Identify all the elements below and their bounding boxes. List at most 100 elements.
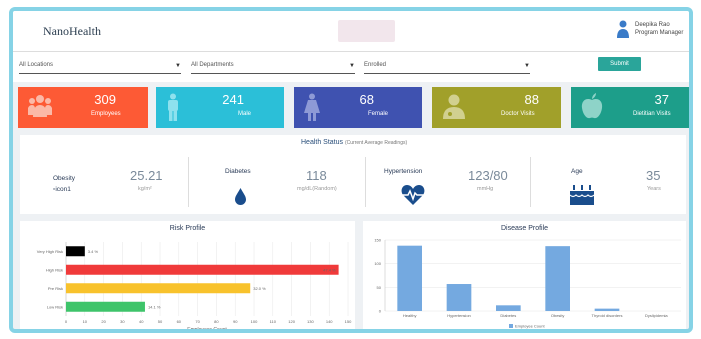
tile-label: Doctor Visits xyxy=(501,111,535,117)
x-tick-label: 90 xyxy=(233,319,238,324)
bar xyxy=(594,308,620,311)
disease-profile-title: Disease Profile xyxy=(500,225,549,232)
location-dropdown[interactable]: All Locations ▼ xyxy=(19,62,181,74)
x-tick-label: Hypertension xyxy=(447,313,471,318)
submit-button[interactable]: Submit xyxy=(598,57,641,71)
metric-value-diabetes: 118 xyxy=(306,168,327,183)
metric-label-age: Age xyxy=(571,168,583,175)
x-tick-label: 70 xyxy=(195,319,200,324)
status-dropdown[interactable]: Enrolled ▼ xyxy=(364,62,530,74)
tile-value: 68 xyxy=(359,92,374,107)
tile-value: 241 xyxy=(222,92,244,107)
tile-female[interactable]: 68 Female xyxy=(294,87,422,128)
chevron-down-icon: ▼ xyxy=(175,63,181,69)
department-dropdown[interactable]: All Departments ▼ xyxy=(191,62,355,74)
heartbeat-icon xyxy=(401,185,425,205)
drop-icon xyxy=(235,188,246,205)
health-status-subtitle: (Current Average Readings) xyxy=(344,140,408,146)
data-label: 47.4 % xyxy=(323,267,336,272)
bar xyxy=(545,246,570,311)
tile-label: Dietitian Visits xyxy=(633,111,671,117)
y-tick-label: High Risk xyxy=(46,267,63,272)
female-icon xyxy=(304,93,320,121)
x-tick-label: 80 xyxy=(214,319,219,324)
x-tick-label: 120 xyxy=(288,319,295,324)
x-tick-label: 50 xyxy=(158,319,163,324)
metric-value-obesity: 25.21 xyxy=(130,168,163,183)
legend-label: Employee Count xyxy=(515,324,545,329)
x-axis-label: Employees Count xyxy=(187,327,227,333)
obesity-icon-alt: icon1 xyxy=(55,186,71,193)
health-status-heading: Health Status xyxy=(301,139,344,146)
apple-icon xyxy=(581,93,603,119)
data-label: 3.4 % xyxy=(88,249,99,254)
tile-employees[interactable]: 309 Employees xyxy=(18,87,148,128)
chevron-down-icon: ▼ xyxy=(524,63,530,69)
x-tick-label: 150 xyxy=(345,319,352,324)
metric-label-obesity: Obesity xyxy=(53,175,76,182)
health-status-panel: Health Status (Current Average Readings)… xyxy=(20,135,686,214)
user-role: Program Manager xyxy=(635,30,684,36)
x-tick-label: Diabetes xyxy=(500,313,516,318)
bar xyxy=(66,283,251,294)
broken-image-icon: ▫icon1 xyxy=(53,186,71,193)
bar xyxy=(397,245,422,311)
tile-male[interactable]: 241 Male xyxy=(156,87,284,128)
metric-unit-diabetes: mg/dL(Random) xyxy=(297,186,337,192)
metric-label-diabetes: Diabetes xyxy=(225,168,251,175)
x-tick-label: 140 xyxy=(326,319,333,324)
x-tick-label: 10 xyxy=(83,319,88,324)
divider xyxy=(188,157,189,207)
disease-profile-panel: Disease Profile 150 100 50 0 Healthy Hyperten… xyxy=(363,221,686,329)
y-tick-label: Pre Risk xyxy=(48,286,63,291)
male-icon xyxy=(168,93,178,121)
risk-profile-chart: 0 10 20 30 40 50 60 70 80 90 100 110 120 130 140 150 Ver… xyxy=(37,242,352,333)
bar xyxy=(66,264,339,275)
x-tick-label: 30 xyxy=(120,319,125,324)
tile-label: Male xyxy=(238,111,252,117)
disease-profile-chart: 150 100 50 0 Healthy Hypertension Diabetes Obes… xyxy=(374,238,681,329)
department-dropdown-value: All Departments xyxy=(191,62,234,68)
tile-doctor-visits[interactable]: 88 Doctor Visits xyxy=(432,87,561,128)
bar xyxy=(66,301,145,312)
x-tick-label: Obesity xyxy=(551,313,565,318)
x-tick-label: 110 xyxy=(270,319,277,324)
bar xyxy=(446,284,472,311)
metric-value-age: 35 xyxy=(646,168,661,183)
health-status-title: Health Status (Current Average Readings) xyxy=(301,139,407,146)
y-tick-label: Very High Risk xyxy=(37,249,63,254)
y-tick-label: 50 xyxy=(377,285,382,290)
top-bar: NanoHealth Deepika Rao Program Manager xyxy=(13,11,689,51)
search-box[interactable] xyxy=(338,20,395,42)
location-dropdown-value: All Locations xyxy=(19,62,54,68)
x-tick-label: 130 xyxy=(307,319,314,324)
status-dropdown-value: Enrolled xyxy=(364,62,387,68)
y-tick-label: Low Risk xyxy=(47,304,63,309)
y-tick-label: 0 xyxy=(379,309,382,314)
x-tick-label: Dyslipidemia xyxy=(645,313,668,318)
risk-profile-title: Risk Profile xyxy=(169,225,206,232)
tile-label: Female xyxy=(368,111,389,117)
metric-unit-hypertension: mmHg xyxy=(477,186,494,192)
x-tick-label: 0 xyxy=(65,319,68,324)
users-icon xyxy=(28,95,52,117)
metric-label-hypertension: Hypertension xyxy=(384,168,423,175)
metric-unit-age: Years xyxy=(647,186,661,192)
risk-profile-panel: Risk Profile 0 10 20 30 40 50 60 70 80 90 100 110 12… xyxy=(20,221,355,333)
x-tick-label: Thyroid disorders xyxy=(592,313,623,318)
logo[interactable]: NanoHealth xyxy=(43,24,101,39)
doctor-icon xyxy=(443,94,465,119)
divider xyxy=(365,157,366,207)
filter-bar: All Locations ▼ All Departments ▼ Enroll… xyxy=(13,51,689,82)
chevron-down-icon: ▼ xyxy=(349,63,355,69)
tile-dietitian-visits[interactable]: 37 Dietitian Visits xyxy=(571,87,689,128)
tile-value: 37 xyxy=(654,92,669,107)
user-avatar-icon[interactable] xyxy=(617,20,629,38)
x-tick-label: 40 xyxy=(139,319,144,324)
tile-value: 88 xyxy=(524,92,539,107)
bar xyxy=(66,246,85,257)
divider xyxy=(530,157,531,207)
x-tick-label: 100 xyxy=(251,319,258,324)
user-name: Deepika Rao xyxy=(635,22,670,28)
data-label: 32.0 % xyxy=(253,286,266,291)
